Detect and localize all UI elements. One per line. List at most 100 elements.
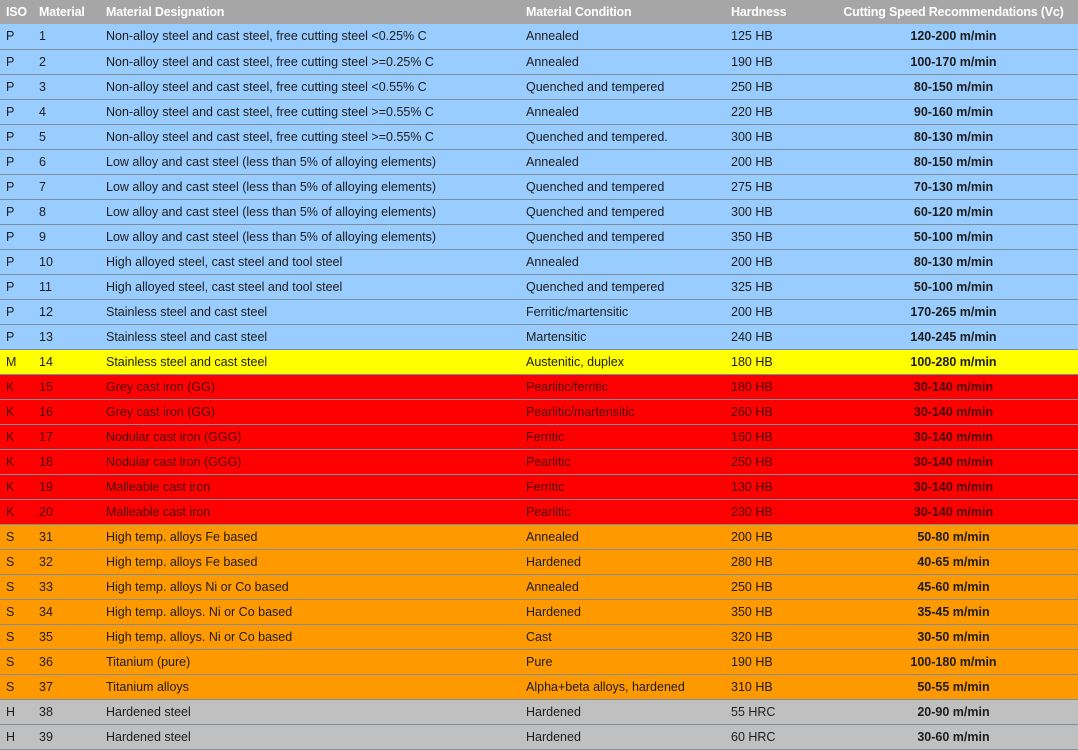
condition-cell: Pearlitic/ferritic: [520, 374, 725, 400]
designation-cell: High temp. alloys Ni or Co based: [100, 574, 520, 600]
hardness-cell: 200 HB: [725, 299, 829, 325]
hardness-cell: 220 HB: [725, 99, 829, 125]
material-number-cell: 5: [33, 124, 100, 150]
condition-cell: Hardened: [520, 724, 725, 750]
table-row: P 6 Low alloy and cast steel (less than 5%…: [0, 149, 1078, 175]
condition-cell: Pure: [520, 649, 725, 675]
condition-cell: Annealed: [520, 24, 725, 50]
material-number-cell: 17: [33, 424, 100, 450]
header-material: Material: [39, 5, 85, 19]
condition-cell: Annealed: [520, 249, 725, 275]
hardness-cell: 250 HB: [725, 449, 829, 475]
cutting-speed-cell: 30-60 m/min: [829, 724, 1078, 750]
table-row: M 14 Stainless steel and cast steel Austeni…: [0, 349, 1078, 375]
hardness-cell: 250 HB: [725, 574, 829, 600]
condition-cell: Pearlitic/martensitic: [520, 399, 725, 425]
iso-cell: P: [0, 99, 33, 125]
hardness-cell: 190 HB: [725, 649, 829, 675]
cutting-speed-cell: 30-50 m/min: [829, 624, 1078, 650]
designation-cell: Low alloy and cast steel (less than 5% o…: [100, 149, 520, 175]
condition-cell: Quenched and tempered: [520, 174, 725, 200]
cutting-speed-cell: 30-140 m/min: [829, 399, 1078, 425]
hardness-cell: 125 HB: [725, 24, 829, 50]
cutting-speed-cell: 45-60 m/min: [829, 574, 1078, 600]
table-row: P 13 Stainless steel and cast steel Martens…: [0, 324, 1078, 350]
iso-cell: K: [0, 399, 33, 425]
condition-cell: Annealed: [520, 99, 725, 125]
cutting-speed-cell: 50-55 m/min: [829, 674, 1078, 700]
material-number-cell: 19: [33, 474, 100, 500]
material-number-cell: 10: [33, 249, 100, 275]
condition-cell: Annealed: [520, 524, 725, 550]
designation-cell: Titanium alloys: [100, 674, 520, 700]
iso-cell: S: [0, 599, 33, 625]
hardness-cell: 300 HB: [725, 199, 829, 225]
material-number-cell: 6: [33, 149, 100, 175]
hardness-cell: 60 HRC: [725, 724, 829, 750]
cutting-speed-cell: 80-130 m/min: [829, 249, 1078, 275]
material-number-cell: 20: [33, 499, 100, 525]
iso-cell: P: [0, 324, 33, 350]
iso-cell: S: [0, 649, 33, 675]
cutting-speed-cell: 80-150 m/min: [829, 74, 1078, 100]
material-number-cell: 15: [33, 374, 100, 400]
table-row: P 3 Non-alloy steel and cast steel, free c…: [0, 74, 1078, 100]
material-number-cell: 4: [33, 99, 100, 125]
condition-cell: Quenched and tempered: [520, 199, 725, 225]
condition-cell: Quenched and tempered: [520, 74, 725, 100]
designation-cell: Low alloy and cast steel (less than 5% o…: [100, 224, 520, 250]
header-iso: ISO: [6, 5, 27, 19]
hardness-cell: 180 HB: [725, 349, 829, 375]
iso-cell: P: [0, 49, 33, 75]
iso-cell: S: [0, 549, 33, 575]
table-header: ISO Material Material Designation Materi…: [0, 0, 1078, 24]
iso-cell: P: [0, 224, 33, 250]
table-row: K 17 Nodular cast iron (GGG) Ferritic 160 HB…: [0, 424, 1078, 450]
hardness-cell: 130 HB: [725, 474, 829, 500]
iso-cell: P: [0, 199, 33, 225]
condition-cell: Cast: [520, 624, 725, 650]
hardness-cell: 310 HB: [725, 674, 829, 700]
condition-cell: Ferritic/martensitic: [520, 299, 725, 325]
iso-cell: H: [0, 724, 33, 750]
table-row: K 16 Grey cast iron (GG) Pearlitic/martensi…: [0, 399, 1078, 425]
condition-cell: Annealed: [520, 574, 725, 600]
table-row: H 38 Hardened steel Hardened 55 HRC 20-90 m/m…: [0, 699, 1078, 725]
condition-cell: Martensitic: [520, 324, 725, 350]
designation-cell: Non-alloy steel and cast steel, free cut…: [100, 124, 520, 150]
material-number-cell: 7: [33, 174, 100, 200]
designation-cell: Stainless steel and cast steel: [100, 349, 520, 375]
table-row: P 7 Low alloy and cast steel (less than 5%…: [0, 174, 1078, 200]
iso-cell: S: [0, 574, 33, 600]
designation-cell: Non-alloy steel and cast steel, free cut…: [100, 74, 520, 100]
table-row: S 33 High temp. alloys Ni or Co based Annea…: [0, 574, 1078, 600]
material-number-cell: 12: [33, 299, 100, 325]
material-number-cell: 39: [33, 724, 100, 750]
table-row: P 12 Stainless steel and cast steel Ferriti…: [0, 299, 1078, 325]
cutting-speed-cell: 70-130 m/min: [829, 174, 1078, 200]
condition-cell: Quenched and tempered: [520, 224, 725, 250]
table-row: K 18 Nodular cast iron (GGG) Pearlitic 250 H…: [0, 449, 1078, 475]
header-speed: Cutting Speed Recommendations (Vc): [843, 5, 1064, 19]
hardness-cell: 325 HB: [725, 274, 829, 300]
iso-cell: M: [0, 349, 33, 375]
cutting-speed-cell: 90-160 m/min: [829, 99, 1078, 125]
condition-cell: Annealed: [520, 149, 725, 175]
hardness-cell: 230 HB: [725, 499, 829, 525]
hardness-cell: 250 HB: [725, 74, 829, 100]
cutting-speed-cell: 30-140 m/min: [829, 374, 1078, 400]
table-row: P 1 Non-alloy steel and cast steel, free c…: [0, 24, 1078, 50]
iso-cell: P: [0, 249, 33, 275]
cutting-speed-cell: 100-170 m/min: [829, 49, 1078, 75]
iso-cell: S: [0, 674, 33, 700]
iso-cell: P: [0, 149, 33, 175]
header-designation: Material Designation: [106, 5, 225, 19]
table-body: P 1 Non-alloy steel and cast steel, free c…: [0, 24, 1078, 750]
material-number-cell: 38: [33, 699, 100, 725]
designation-cell: Stainless steel and cast steel: [100, 299, 520, 325]
material-number-cell: 18: [33, 449, 100, 475]
condition-cell: Pearlitic: [520, 499, 725, 525]
hardness-cell: 320 HB: [725, 624, 829, 650]
designation-cell: Titanium (pure): [100, 649, 520, 675]
hardness-cell: 260 HB: [725, 399, 829, 425]
